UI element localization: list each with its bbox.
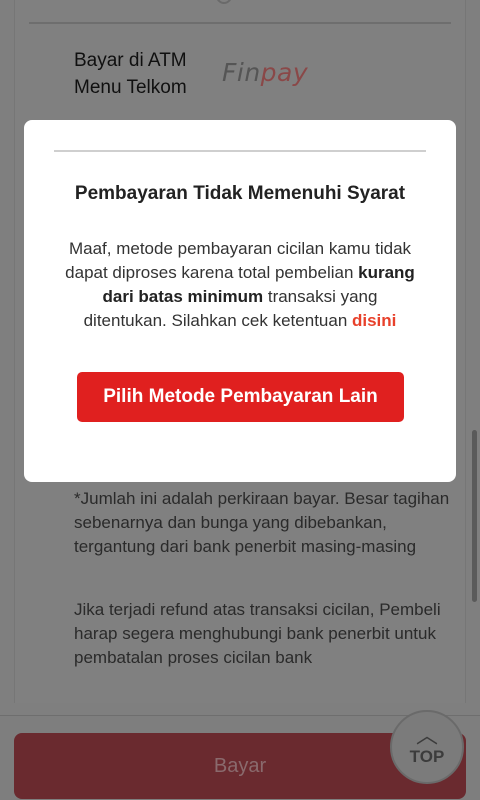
estimate-note: *Jumlah ini adalah perkiraan bayar. Besa… [74, 489, 450, 556]
modal-handle-divider [54, 150, 426, 152]
chevron-up-icon: ︿ [415, 723, 438, 748]
finpay-logo: Finpay [222, 58, 309, 87]
divider [29, 22, 451, 24]
error-modal: Pembayaran Tidak Memenuhi Syarat Maaf, m… [24, 120, 456, 482]
refund-note: Jika terjadi refund atas transaksi cicil… [74, 600, 441, 667]
payment-option-label-line2: Menu Telkom [74, 77, 187, 98]
payment-option-label-line1: Bayar di ATM [74, 50, 187, 71]
scroll-to-top-button[interactable]: ︿ TOP [390, 710, 464, 784]
top-button-label: TOP [409, 747, 445, 766]
modal-message: Maaf, metode pembayaran cicilan kamu tid… [65, 239, 415, 330]
choose-other-payment-button[interactable]: Pilih Metode Pembayaran Lain [77, 372, 404, 422]
scrollbar[interactable] [472, 430, 477, 602]
payment-option-label[interactable]: Bayar di ATM Menu Telkom [74, 47, 214, 101]
terms-link[interactable]: disini [352, 311, 396, 330]
modal-title: Pembayaran Tidak Memenuhi Syarat [74, 183, 406, 204]
